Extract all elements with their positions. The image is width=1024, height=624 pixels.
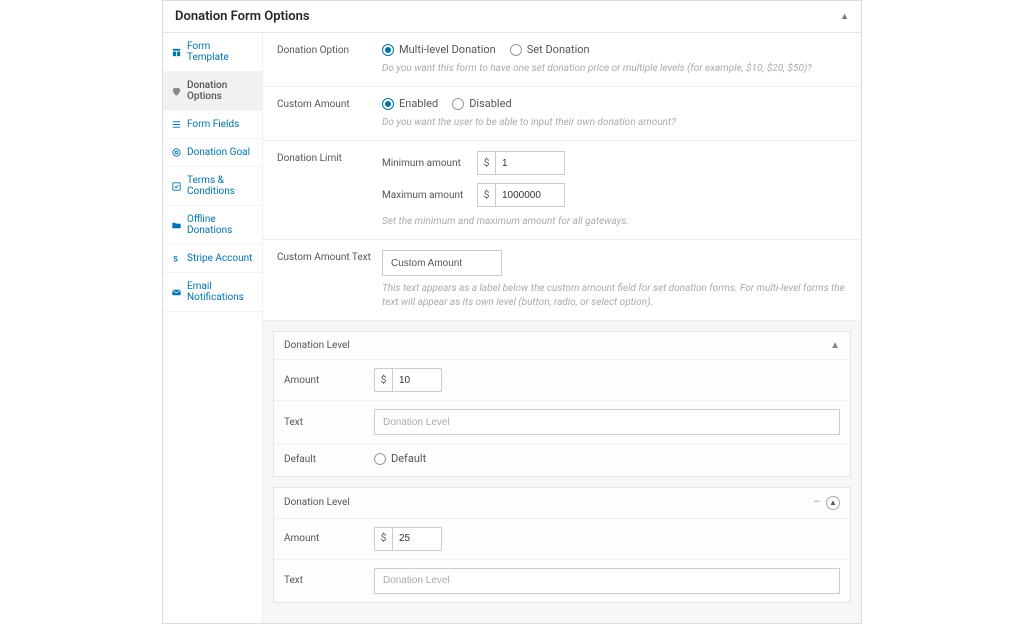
custom-amount-help: Do you want the user to be able to input…	[382, 116, 847, 130]
minimum-amount-input-group: $	[477, 151, 565, 175]
stripe-icon: S	[171, 253, 182, 264]
currency-symbol: $	[477, 151, 495, 175]
currency-symbol: $	[374, 368, 392, 392]
row-custom-amount: Custom Amount Enabled Disabled Do you wa…	[263, 87, 861, 141]
donation-option-label: Donation Option	[277, 43, 372, 76]
donation-limit-label: Donation Limit	[277, 151, 372, 229]
donation-option-help: Do you want this form to have one set do…	[382, 62, 847, 76]
sidebar: Form Template Donation Options Form Fiel…	[163, 33, 263, 623]
radio-set-donation[interactable]: Set Donation	[510, 43, 590, 56]
target-icon	[171, 147, 182, 158]
radio-label: Disabled	[469, 97, 511, 110]
level-default-label: Default	[284, 454, 374, 465]
custom-amount-text-label: Custom Amount Text	[277, 250, 372, 310]
sidebar-item-form-template[interactable]: Form Template	[163, 33, 262, 72]
sidebar-item-label: Form Fields	[187, 119, 239, 130]
sidebar-item-label: Email Notifications	[187, 281, 254, 303]
sidebar-item-donation-options[interactable]: Donation Options	[163, 72, 262, 111]
radio-enabled[interactable]: Enabled	[382, 97, 438, 110]
template-icon	[171, 47, 182, 58]
sidebar-item-label: Donation Options	[187, 80, 254, 102]
panel-toggle-icon[interactable]: ▲	[840, 11, 849, 22]
maximum-amount-label: Maximum amount	[382, 190, 467, 201]
radio-dot-icon	[374, 453, 386, 465]
panel-header: Donation Form Options ▲	[163, 1, 861, 33]
minimum-amount-label: Minimum amount	[382, 158, 467, 169]
level-text-input[interactable]	[374, 568, 840, 594]
sidebar-item-stripe[interactable]: S Stripe Account	[163, 245, 262, 273]
level-amount-label: Amount	[284, 533, 374, 544]
radio-dot-icon	[382, 44, 394, 56]
level-amount-input[interactable]	[392, 368, 442, 392]
donation-level-header[interactable]: Donation Level ▲	[274, 332, 850, 360]
radio-dot-icon	[510, 44, 522, 56]
sidebar-item-label: Stripe Account	[187, 253, 252, 264]
sidebar-item-label: Donation Goal	[187, 147, 250, 158]
radio-label: Set Donation	[527, 43, 590, 56]
sidebar-item-label: Form Template	[187, 41, 254, 63]
level-text-input[interactable]	[374, 409, 840, 435]
heart-icon	[171, 86, 182, 97]
svg-text:S: S	[173, 254, 178, 263]
currency-symbol: $	[374, 527, 392, 551]
donation-level-title: Donation Level	[284, 340, 350, 351]
level-amount-input-group: $	[374, 527, 840, 551]
donation-level-card: Donation Level – ▲ Amount $	[273, 487, 851, 603]
custom-amount-radios: Enabled Disabled	[382, 97, 847, 110]
sidebar-item-label: Terms & Conditions	[187, 175, 254, 197]
list-icon	[171, 119, 182, 130]
panel-title: Donation Form Options	[175, 9, 310, 24]
maximum-amount-input[interactable]	[495, 183, 565, 207]
checklist-icon	[171, 181, 182, 192]
collapse-toggle-button[interactable]: ▲	[826, 496, 840, 510]
sidebar-item-donation-goal[interactable]: Donation Goal	[163, 139, 262, 167]
level-default-radio[interactable]: Default	[374, 452, 426, 465]
radio-dot-icon	[382, 98, 394, 110]
radio-multi-level[interactable]: Multi-level Donation	[382, 43, 496, 56]
donation-form-options-panel: Donation Form Options ▲ Form Template Do…	[162, 0, 862, 624]
row-custom-amount-text: Custom Amount Text This text appears as …	[263, 240, 861, 321]
minimum-amount-input[interactable]	[495, 151, 565, 175]
custom-amount-text-help: This text appears as a label below the c…	[382, 282, 847, 310]
level-amount-input-group: $	[374, 368, 840, 392]
maximum-amount-input-group: $	[477, 183, 565, 207]
radio-label: Default	[391, 452, 426, 465]
sidebar-item-form-fields[interactable]: Form Fields	[163, 111, 262, 139]
donation-level-header[interactable]: Donation Level – ▲	[274, 488, 850, 519]
donation-option-radios: Multi-level Donation Set Donation	[382, 43, 847, 56]
remove-level-button[interactable]: –	[813, 497, 820, 508]
content-area: Donation Option Multi-level Donation Set…	[263, 33, 861, 623]
collapse-icon[interactable]: ▲	[830, 340, 840, 351]
donation-level-title: Donation Level	[284, 497, 350, 508]
level-amount-label: Amount	[284, 375, 374, 386]
radio-disabled[interactable]: Disabled	[452, 97, 511, 110]
currency-symbol: $	[477, 183, 495, 207]
radio-dot-icon	[452, 98, 464, 110]
sidebar-item-label: Offline Donations	[187, 214, 254, 236]
level-text-label: Text	[284, 417, 374, 428]
folder-icon	[171, 220, 182, 231]
level-text-label: Text	[284, 575, 374, 586]
custom-amount-text-input[interactable]	[382, 250, 502, 276]
donation-limit-help: Set the minimum and maximum amount for a…	[382, 215, 847, 229]
sidebar-item-email[interactable]: Email Notifications	[163, 273, 262, 312]
row-donation-option: Donation Option Multi-level Donation Set…	[263, 33, 861, 87]
sidebar-item-terms[interactable]: Terms & Conditions	[163, 167, 262, 206]
radio-label: Enabled	[399, 97, 438, 110]
radio-label: Multi-level Donation	[399, 43, 496, 56]
row-donation-limit: Donation Limit Minimum amount $ Maximum …	[263, 141, 861, 240]
donation-levels-container: Donation Level ▲ Amount $	[263, 321, 861, 623]
sidebar-item-offline[interactable]: Offline Donations	[163, 206, 262, 245]
mail-icon	[171, 287, 182, 298]
custom-amount-label: Custom Amount	[277, 97, 372, 130]
level-amount-input[interactable]	[392, 527, 442, 551]
donation-level-card: Donation Level ▲ Amount $	[273, 331, 851, 477]
